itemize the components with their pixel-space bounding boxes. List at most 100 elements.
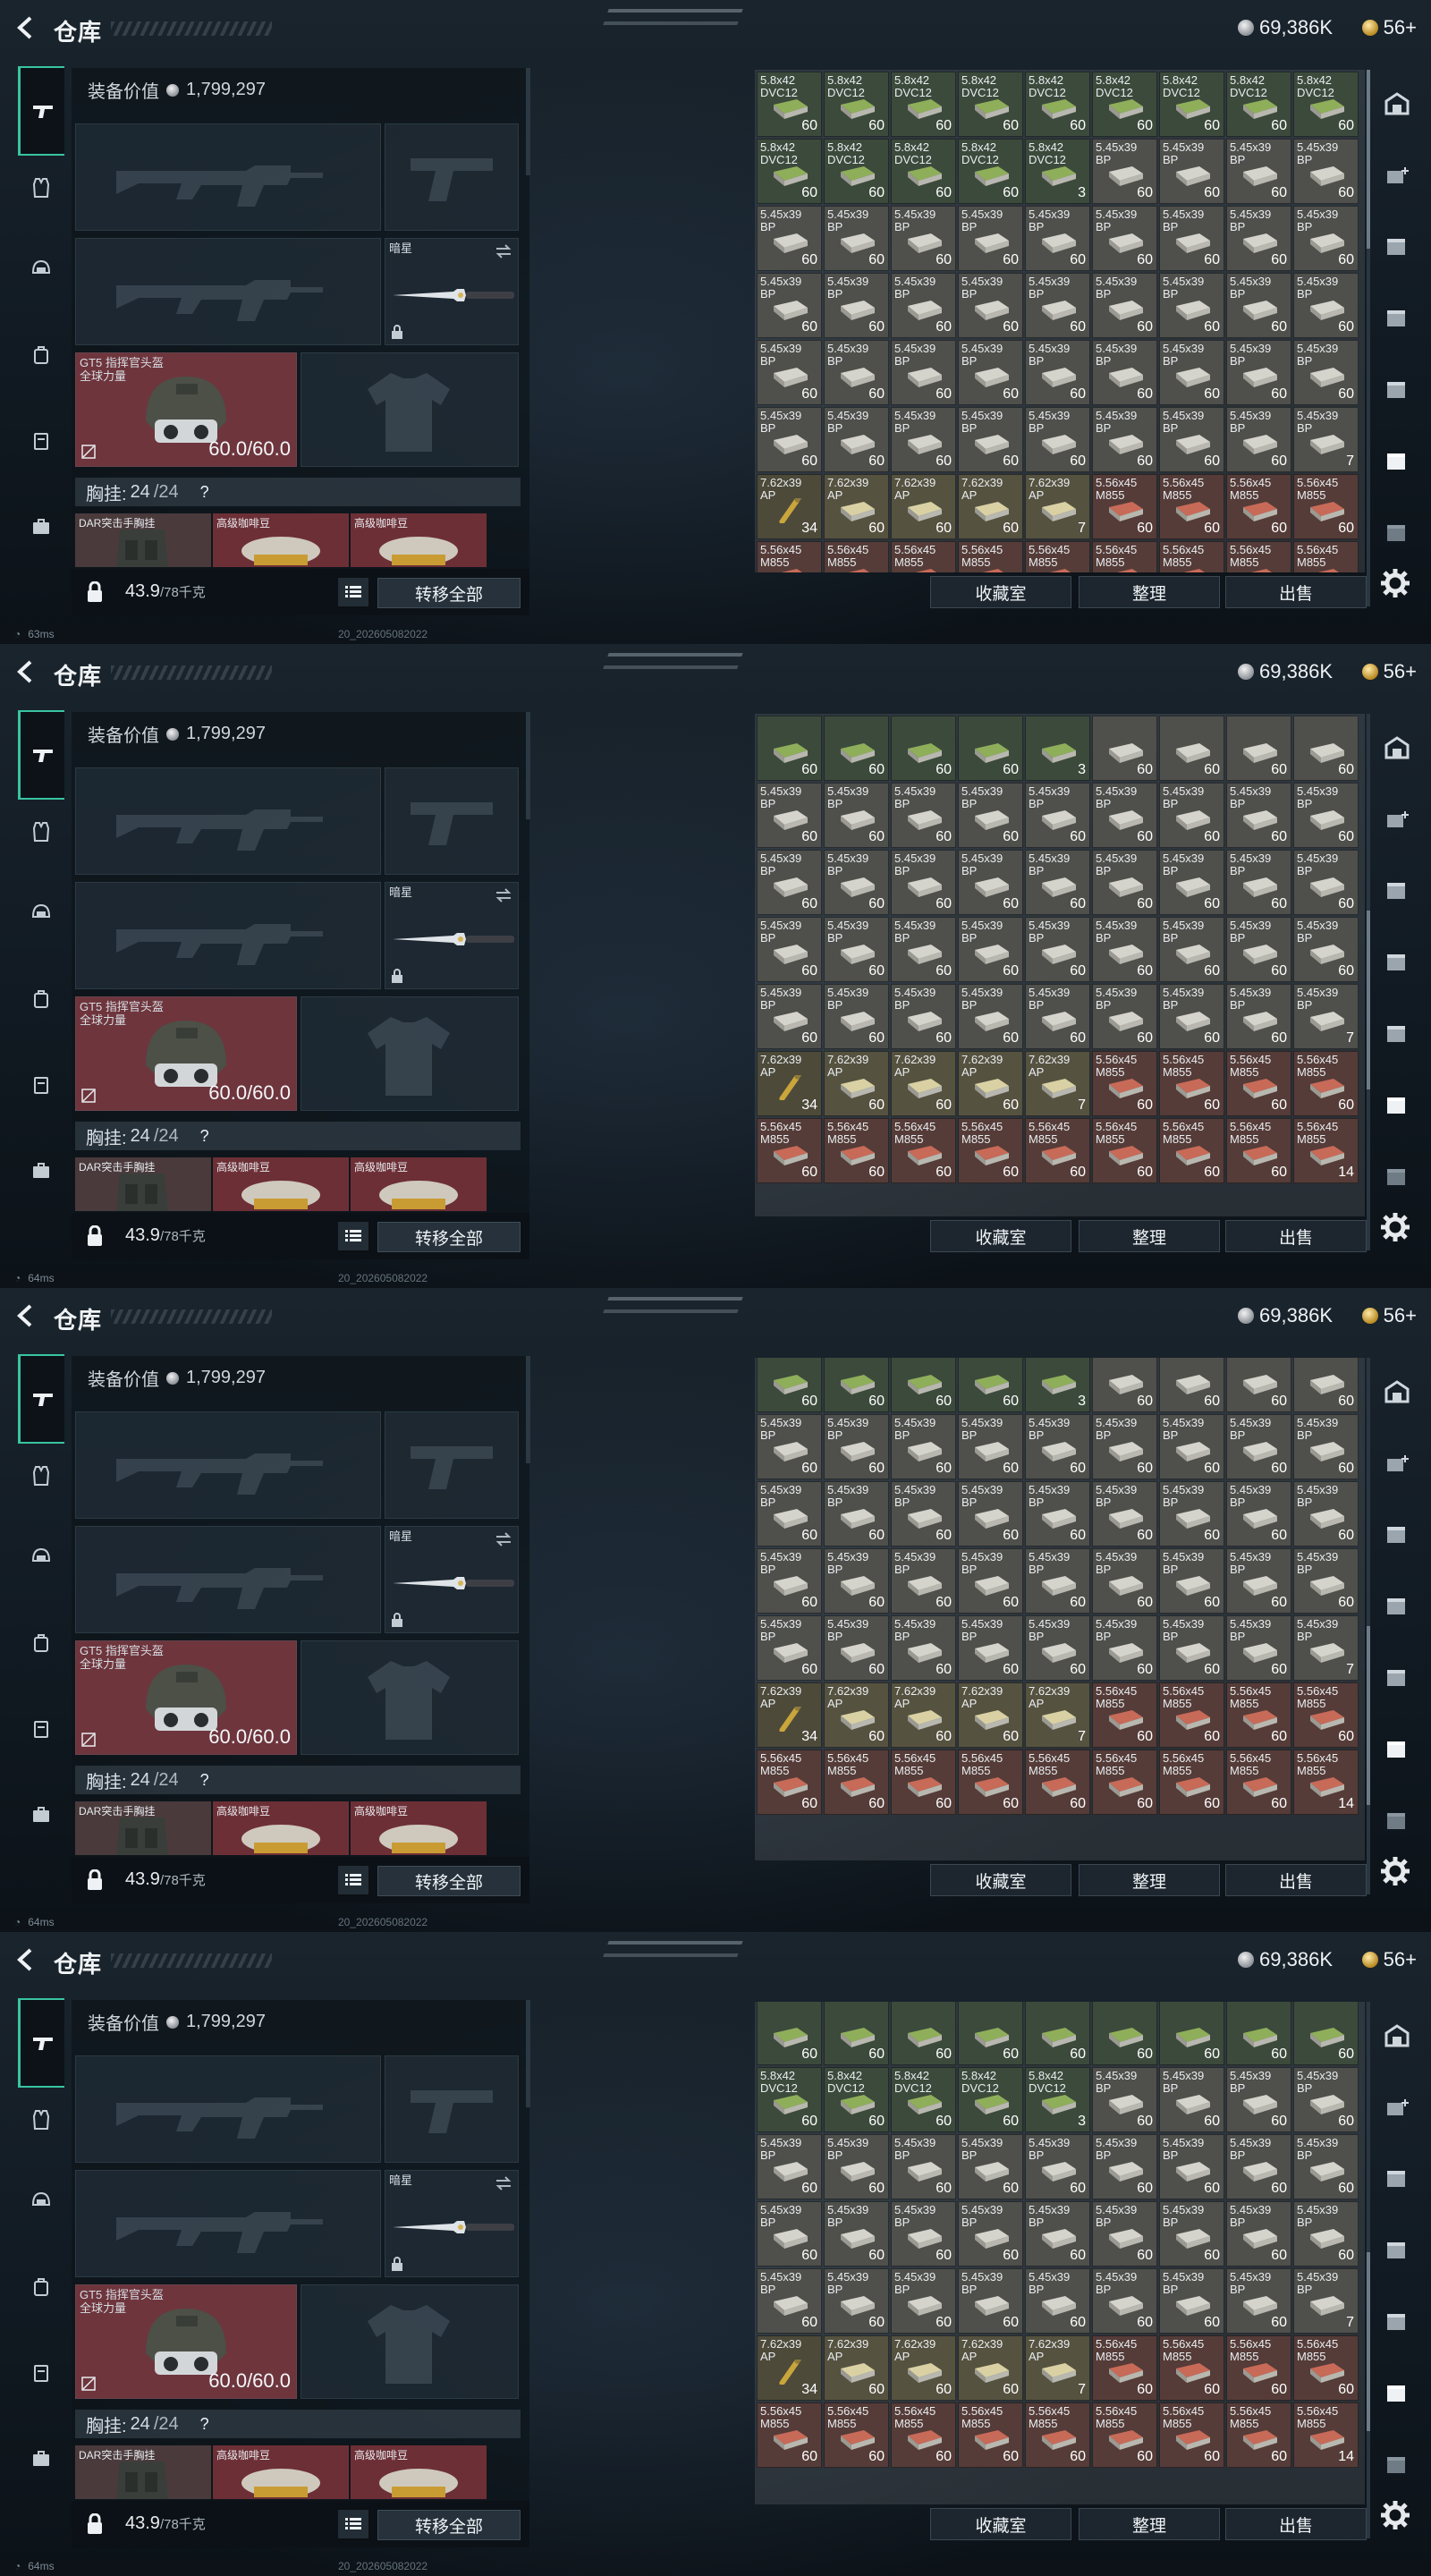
collection-room-button[interactable]: 收藏室 xyxy=(930,576,1071,608)
storage-item[interactable]: 5.45x39 BP 60 xyxy=(958,2268,1023,2334)
category-armor[interactable] xyxy=(18,165,64,211)
storage-item[interactable]: 5.45x39 BP 60 xyxy=(958,2201,1023,2267)
storage-scroll-thumb[interactable] xyxy=(1367,2252,1370,2431)
settings-gear-icon[interactable] xyxy=(1377,1853,1413,1889)
storage-scroll-thumb[interactable] xyxy=(1367,1626,1370,1805)
storage-item[interactable]: 5.45x39 BP 60 xyxy=(1293,2201,1359,2267)
storage-item[interactable]: 7.62x39 AP 7 xyxy=(1025,1682,1090,1748)
storage-item[interactable]: 5.56x45 M855 xyxy=(1159,541,1224,572)
storage-item[interactable]: 5.56x45 M855 60 xyxy=(891,1750,956,1815)
storage-item[interactable]: 5.45x39 BP 60 xyxy=(891,340,956,405)
storage-item[interactable]: 5.45x39 BP 60 xyxy=(824,2201,889,2267)
storage-item[interactable]: 60 xyxy=(891,716,956,781)
storage-item[interactable]: 5.8x42 DVC12 60 xyxy=(1293,72,1359,137)
category-weapons[interactable] xyxy=(18,66,64,156)
silver-balance[interactable]: 69,386K xyxy=(1238,1304,1333,1327)
storage-page-6[interactable] xyxy=(1377,2374,1417,2413)
gold-balance[interactable]: 56+ xyxy=(1361,1948,1417,1971)
storage-item[interactable]: 5.8x42 DVC12 60 xyxy=(958,2067,1023,2132)
sort-button[interactable]: 整理 xyxy=(1079,2508,1220,2540)
sell-button[interactable]: 出售 xyxy=(1225,1864,1367,1896)
storage-item[interactable]: 5.45x39 BP 7 xyxy=(1293,2268,1359,2334)
storage-item[interactable]: 5.45x39 BP 60 xyxy=(1092,850,1157,915)
storage-item[interactable]: 5.45x39 BP 60 xyxy=(1293,340,1359,405)
storage-item[interactable]: 5.45x39 BP 60 xyxy=(824,273,889,338)
storage-item[interactable]: 5.45x39 BP 60 xyxy=(891,1615,956,1681)
storage-item[interactable]: 5.45x39 BP 60 xyxy=(1293,2134,1359,2199)
storage-item[interactable]: 60 xyxy=(1159,1358,1224,1412)
storage-item[interactable]: 5.45x39 BP 60 xyxy=(1025,2201,1090,2267)
storage-item[interactable]: 60 xyxy=(1293,1358,1359,1412)
storage-item[interactable]: 5.8x42 DVC12 60 xyxy=(958,139,1023,204)
storage-item[interactable]: 60 xyxy=(1092,1358,1157,1412)
storage-item[interactable]: 5.45x39 BP 60 xyxy=(1159,2201,1224,2267)
storage-page-7[interactable] xyxy=(1377,1157,1417,1197)
loadout-scrollbar[interactable] xyxy=(526,68,530,175)
storage-item[interactable]: 5.45x39 BP 60 xyxy=(1092,340,1157,405)
storage-item[interactable]: 5.56x45 M855 60 xyxy=(1159,2402,1224,2468)
list-view-button[interactable] xyxy=(338,1866,368,1894)
storage-item[interactable]: 5.8x42 DVC12 3 xyxy=(1025,2067,1090,2132)
storage-item[interactable]: 5.45x39 BP 60 xyxy=(824,407,889,472)
storage-item[interactable]: 5.45x39 BP 60 xyxy=(824,340,889,405)
storage-item[interactable]: 5.8x42 DVC12 60 xyxy=(891,72,956,137)
storage-item[interactable]: 5.45x39 BP 60 xyxy=(958,1548,1023,1614)
secondary-weapon-slot[interactable] xyxy=(75,238,381,345)
storage-scrollbar[interactable] xyxy=(1367,714,1370,1250)
loadout-scrollbar[interactable] xyxy=(526,2000,530,2107)
storage-item[interactable]: 60 xyxy=(824,1358,889,1412)
storage-item[interactable]: 5.56x45 M855 xyxy=(757,541,822,572)
category-armor[interactable] xyxy=(18,1453,64,1499)
storage-item[interactable]: 5.45x39 BP 60 xyxy=(757,2201,822,2267)
storage-page-3[interactable] xyxy=(1377,2159,1417,2199)
storage-page-main[interactable] xyxy=(1377,1372,1417,1411)
storage-item[interactable]: 5.45x39 BP 60 xyxy=(757,407,822,472)
storage-item[interactable]: 5.45x39 BP 60 xyxy=(1025,206,1090,271)
transfer-all-button[interactable]: 转移全部 xyxy=(377,1222,521,1252)
storage-item[interactable]: 5.45x39 BP 60 xyxy=(824,1615,889,1681)
storage-item[interactable]: 5.56x45 M855 60 xyxy=(1025,2402,1090,2468)
storage-item[interactable]: 5.45x39 BP 60 xyxy=(1092,273,1157,338)
storage-item[interactable]: 5.45x39 BP 60 xyxy=(1226,2268,1291,2334)
storage-item[interactable]: 5.56x45 M855 xyxy=(824,541,889,572)
storage-item[interactable]: 5.56x45 M855 60 xyxy=(1293,1051,1359,1116)
storage-item[interactable]: 5.45x39 BP 60 xyxy=(1092,139,1157,204)
storage-item[interactable]: 5.56x45 M855 60 xyxy=(1159,1051,1224,1116)
category-helmet[interactable] xyxy=(18,2177,64,2224)
storage-item[interactable]: 5.45x39 BP 7 xyxy=(1293,1615,1359,1681)
storage-page-4[interactable] xyxy=(1377,1587,1417,1626)
storage-item[interactable]: 7.62x39 AP 7 xyxy=(1025,474,1090,539)
storage-item[interactable]: 5.45x39 BP 60 xyxy=(891,407,956,472)
storage-item[interactable]: 5.45x39 BP 60 xyxy=(958,1615,1023,1681)
melee-slot[interactable]: 暗星 xyxy=(385,238,519,345)
storage-scroll-thumb[interactable] xyxy=(1367,911,1370,1089)
storage-item[interactable]: 60 xyxy=(891,2002,956,2065)
storage-page-2[interactable] xyxy=(1377,1444,1417,1483)
storage-item[interactable]: 5.56x45 M855 60 xyxy=(1159,1750,1224,1815)
storage-item[interactable]: 5.45x39 BP 60 xyxy=(1226,783,1291,848)
storage-item[interactable]: 3 xyxy=(1025,1358,1090,1412)
gold-balance[interactable]: 56+ xyxy=(1361,16,1417,39)
transfer-all-button[interactable]: 转移全部 xyxy=(377,1866,521,1896)
storage-item[interactable]: 5.45x39 BP 60 xyxy=(891,917,956,982)
storage-item[interactable]: 5.8x42 DVC12 60 xyxy=(1025,72,1090,137)
storage-item[interactable]: 5.56x45 M855 60 xyxy=(1092,1750,1157,1815)
primary-weapon-slot[interactable] xyxy=(75,1411,381,1519)
category-backpack[interactable] xyxy=(18,975,64,1021)
help-icon[interactable]: ? xyxy=(200,2415,209,2434)
rig-item-1[interactable]: DAR突击手胸挂 xyxy=(75,1157,211,1211)
silver-balance[interactable]: 69,386K xyxy=(1238,1948,1333,1971)
storage-item[interactable]: 60 xyxy=(1226,716,1291,781)
storage-item[interactable]: 5.8x42 DVC12 60 xyxy=(1159,72,1224,137)
storage-item[interactable]: 60 xyxy=(757,2002,822,2065)
storage-page-3[interactable] xyxy=(1377,227,1417,267)
rig-item-2[interactable]: 高级咖啡豆 xyxy=(213,1801,349,1855)
storage-item[interactable]: 5.56x45 M855 60 xyxy=(1159,1682,1224,1748)
primary-weapon-slot[interactable] xyxy=(75,767,381,875)
storage-item[interactable]: 5.56x45 M855 60 xyxy=(1092,1682,1157,1748)
storage-item[interactable]: 5.45x39 BP 60 xyxy=(1092,917,1157,982)
storage-item[interactable]: 5.45x39 BP 60 xyxy=(757,917,822,982)
storage-item[interactable]: 5.45x39 BP 60 xyxy=(891,2201,956,2267)
storage-item[interactable]: 5.56x45 M855 60 xyxy=(1293,2335,1359,2401)
storage-item[interactable]: 5.45x39 BP 60 xyxy=(891,2134,956,2199)
